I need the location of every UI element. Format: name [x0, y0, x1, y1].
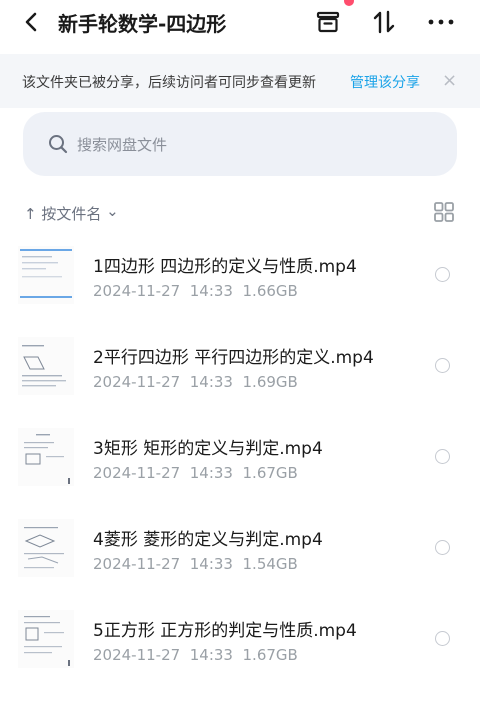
video-thumbnail — [18, 428, 74, 486]
file-name: 2平行四边形 平行四边形的定义.mp4 — [93, 348, 374, 368]
select-radio[interactable] — [435, 449, 450, 464]
file-time: 14:33 — [189, 282, 233, 300]
video-thumbnail — [18, 610, 74, 668]
manage-share-link[interactable]: 管理该分享 — [350, 72, 420, 92]
sort-up-arrow-icon: ↑ — [24, 205, 37, 223]
file-size: 1.67GB — [242, 464, 298, 482]
share-notice-text: 该文件夹已被分享，后续访问者可同步查看更新 — [22, 75, 316, 91]
more-icon[interactable] — [427, 8, 455, 36]
sort-label: 按文件名 — [41, 205, 102, 223]
top-bar: 新手轮数学-四边形 — [0, 0, 480, 50]
file-size: 1.69GB — [242, 373, 298, 391]
file-list: 1四边形 四边形的定义与性质.mp4 2024-11-27 14:33 1.66… — [0, 230, 480, 685]
page-title: 新手轮数学-四边形 — [58, 12, 227, 36]
select-radio[interactable] — [435, 358, 450, 373]
list-item[interactable]: 1四边形 四边形的定义与性质.mp4 2024-11-27 14:33 1.66… — [0, 230, 480, 321]
file-name: 3矩形 矩形的定义与判定.mp4 — [93, 439, 323, 459]
file-name: 4菱形 菱形的定义与判定.mp4 — [93, 530, 323, 550]
file-time: 14:33 — [189, 555, 233, 573]
file-date: 2024-11-27 — [93, 282, 181, 300]
sort-by-name-button[interactable]: ↑ 按文件名 ⌄ — [24, 202, 119, 224]
archive-icon[interactable] — [314, 8, 342, 36]
search-input[interactable]: 搜索网盘文件 — [23, 112, 457, 176]
file-time: 14:33 — [189, 464, 233, 482]
file-name: 1四边形 四边形的定义与性质.mp4 — [93, 257, 357, 277]
list-item[interactable]: 2平行四边形 平行四边形的定义.mp4 2024-11-27 14:33 1.6… — [0, 321, 480, 412]
select-radio[interactable] — [435, 267, 450, 282]
video-thumbnail — [18, 519, 74, 577]
list-item[interactable]: 3矩形 矩形的定义与判定.mp4 2024-11-27 14:33 1.67GB — [0, 412, 480, 503]
grid-view-icon[interactable] — [432, 200, 456, 224]
search-icon — [49, 135, 68, 154]
file-size: 1.54GB — [242, 555, 298, 573]
file-name: 5正方形 正方形的判定与性质.mp4 — [93, 621, 357, 641]
select-radio[interactable] — [435, 631, 450, 646]
file-date: 2024-11-27 — [93, 464, 181, 482]
select-radio[interactable] — [435, 540, 450, 555]
back-arrow-icon[interactable] — [20, 10, 44, 34]
file-date: 2024-11-27 — [93, 646, 181, 664]
video-thumbnail — [18, 337, 74, 395]
list-item[interactable]: 4菱形 菱形的定义与判定.mp4 2024-11-27 14:33 1.54GB — [0, 503, 480, 594]
file-date: 2024-11-27 — [93, 555, 181, 573]
file-size: 1.66GB — [242, 282, 298, 300]
sort-switch-icon[interactable] — [370, 8, 398, 36]
file-date: 2024-11-27 — [93, 373, 181, 391]
file-meta: 2024-11-27 14:33 1.69GB — [93, 373, 298, 391]
sort-row: ↑ 按文件名 ⌄ — [0, 196, 480, 230]
list-item[interactable]: 5正方形 正方形的判定与性质.mp4 2024-11-27 14:33 1.67… — [0, 594, 480, 685]
video-thumbnail — [18, 246, 74, 304]
file-meta: 2024-11-27 14:33 1.67GB — [93, 646, 298, 664]
file-time: 14:33 — [189, 646, 233, 664]
share-notice-bar: 该文件夹已被分享，后续访问者可同步查看更新 管理该分享 × — [0, 54, 480, 108]
notification-dot — [344, 0, 354, 6]
search-placeholder: 搜索网盘文件 — [77, 136, 168, 154]
file-time: 14:33 — [189, 373, 233, 391]
file-meta: 2024-11-27 14:33 1.67GB — [93, 464, 298, 482]
close-icon[interactable]: × — [442, 70, 457, 91]
file-size: 1.67GB — [242, 646, 298, 664]
file-meta: 2024-11-27 14:33 1.54GB — [93, 555, 298, 573]
chevron-down-icon: ⌄ — [106, 202, 119, 220]
file-meta: 2024-11-27 14:33 1.66GB — [93, 282, 298, 300]
